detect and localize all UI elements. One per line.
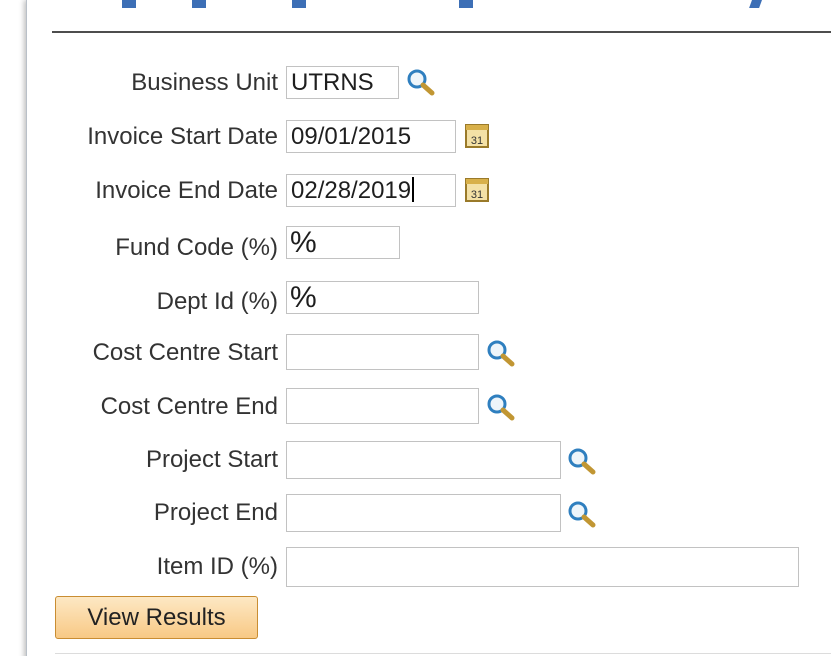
- project-end-lookup-icon[interactable]: [564, 498, 598, 530]
- cost-centre-start-input[interactable]: [286, 334, 479, 370]
- invoice-start-date-label: Invoice Start Date: [87, 123, 278, 150]
- fund-code-label: Fund Code (%): [115, 234, 278, 261]
- cost-centre-end-lookup-icon[interactable]: [483, 391, 517, 423]
- project-start-lookup-icon[interactable]: [564, 445, 598, 477]
- project-start-label: Project Start: [145, 446, 278, 473]
- fund-code-input[interactable]: %: [286, 226, 400, 259]
- business-unit-lookup-icon[interactable]: [403, 66, 437, 98]
- page: Business Unit UTRNS Invoice Start Date 0…: [0, 0, 831, 656]
- tab-stub[interactable]: [459, 0, 473, 8]
- tab-stub[interactable]: [749, 0, 765, 8]
- project-end-input[interactable]: [286, 494, 561, 532]
- project-start-input[interactable]: [286, 441, 561, 479]
- invoice-end-date-input[interactable]: 02/28/2019: [286, 174, 456, 207]
- business-unit-label: Business Unit: [131, 69, 278, 96]
- item-id-label: Item ID (%): [156, 553, 278, 580]
- view-results-button[interactable]: View Results: [55, 596, 258, 639]
- dept-id-label: Dept Id (%): [156, 288, 278, 315]
- top-tab-strip: [0, 0, 831, 14]
- calendar-day-text: 31: [471, 135, 483, 147]
- item-id-input[interactable]: [286, 547, 799, 587]
- business-unit-input[interactable]: UTRNS: [286, 66, 399, 99]
- tab-stub[interactable]: [192, 0, 206, 8]
- calendar-icon[interactable]: 31: [462, 121, 492, 151]
- cost-centre-start-lookup-icon[interactable]: [483, 337, 517, 369]
- cost-centre-start-label: Cost Centre Start: [92, 339, 278, 366]
- text-caret: [412, 177, 415, 202]
- cost-centre-end-label: Cost Centre End: [100, 393, 278, 420]
- invoice-end-date-value: 02/28/2019: [291, 177, 412, 204]
- tab-stub[interactable]: [292, 0, 306, 8]
- calendar-day-text: 31: [471, 189, 483, 201]
- invoice-end-date-label: Invoice End Date: [95, 177, 278, 204]
- dept-id-input[interactable]: %: [286, 281, 479, 314]
- invoice-start-date-input[interactable]: 09/01/2015: [286, 120, 456, 153]
- project-end-label: Project End: [153, 499, 278, 526]
- calendar-icon[interactable]: 31: [462, 175, 492, 205]
- tab-stub[interactable]: [122, 0, 136, 8]
- cost-centre-end-input[interactable]: [286, 388, 479, 424]
- footer-divider: [55, 653, 831, 654]
- section-divider: [52, 31, 831, 33]
